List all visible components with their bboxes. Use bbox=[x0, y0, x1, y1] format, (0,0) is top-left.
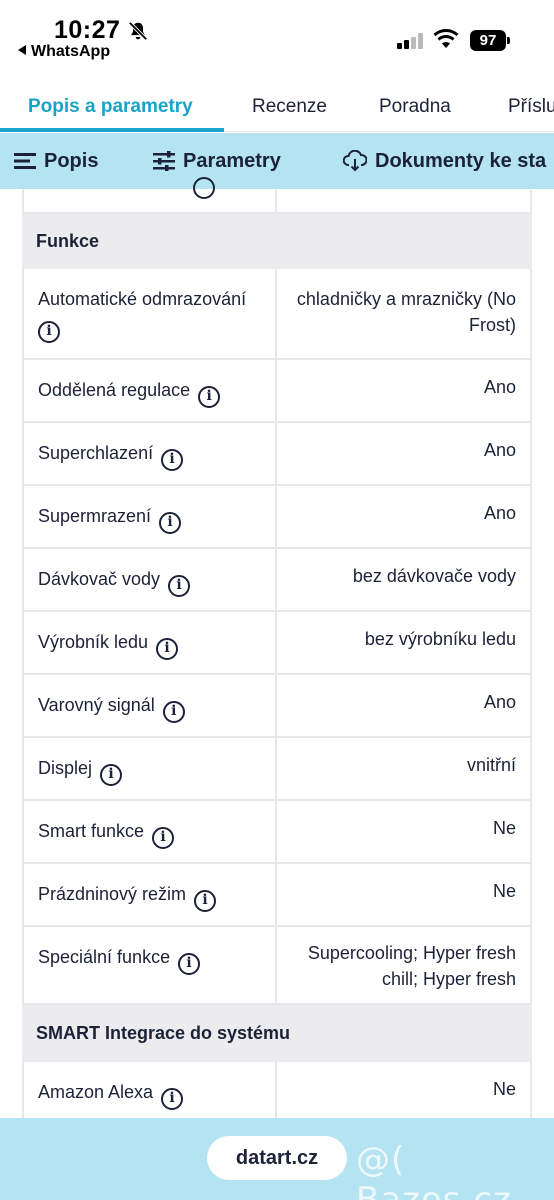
wifi-icon bbox=[433, 29, 459, 48]
subtab-parametry[interactable]: Parametry bbox=[153, 133, 281, 189]
param-label: Prázdninový režim bbox=[38, 884, 187, 904]
param-value: Ne bbox=[492, 881, 516, 901]
param-label: Smart funkce bbox=[38, 821, 145, 841]
param-value: vnitřní bbox=[466, 755, 516, 775]
subtab-popis[interactable]: Popis bbox=[14, 133, 98, 189]
table-row: Prázdninový režim i Ne bbox=[22, 864, 532, 927]
param-label: Oddělená regulace bbox=[38, 380, 191, 400]
info-icon[interactable]: i bbox=[161, 449, 184, 471]
tab-recenze[interactable]: Recenze bbox=[252, 96, 327, 118]
param-value: Ano bbox=[483, 503, 516, 523]
table-row: Speciální funkce i Supercooling; Hyper fr… bbox=[22, 927, 532, 1005]
battery-icon: 97 bbox=[470, 30, 506, 51]
param-value: bez výrobníku ledu bbox=[364, 629, 516, 649]
info-icon[interactable]: i bbox=[162, 701, 185, 723]
param-label: Varovný signál bbox=[38, 695, 155, 715]
browser-bottom-bar: datart.cz @( Bazos.cz bbox=[0, 1118, 554, 1200]
section-header-smart: SMART Integrace do systému bbox=[22, 1005, 532, 1062]
param-value: bez dávkovače vody bbox=[352, 566, 516, 586]
param-value: Ano bbox=[483, 440, 516, 460]
sliders-icon bbox=[153, 151, 175, 171]
param-label: Superchlazení bbox=[38, 443, 154, 463]
table-row: Dávkovač vody i bez dávkovače vody bbox=[22, 549, 532, 612]
param-value: Ano bbox=[483, 377, 516, 397]
back-app-label: WhatsApp bbox=[31, 43, 111, 60]
table-row: Automatické odmrazování i chladničky a m… bbox=[22, 269, 532, 360]
param-value: Ne bbox=[492, 1079, 516, 1099]
table-row: Oddělená regulace i Ano bbox=[22, 360, 532, 423]
param-value: Supercooling; Hyper fresh chill; Hyper f… bbox=[307, 943, 516, 989]
table-row: Varovný signál i Ano bbox=[22, 675, 532, 738]
status-bar: 10:27 WhatsApp 97 bbox=[0, 0, 554, 70]
info-icon[interactable]: i bbox=[152, 827, 175, 849]
subtab-dokumenty[interactable]: Dokumenty ke sta bbox=[343, 133, 546, 189]
param-label: Displej bbox=[38, 758, 93, 778]
param-value: Ne bbox=[492, 818, 516, 838]
table-row: Smart funkce i Ne bbox=[22, 801, 532, 864]
info-icon[interactable]: i bbox=[194, 890, 217, 912]
table-row: Displej i vnitřní bbox=[22, 738, 532, 801]
table-row: Supermrazení i Ano bbox=[22, 486, 532, 549]
watermark: @( Bazos.cz bbox=[356, 1140, 512, 1200]
param-label: Dávkovač vody bbox=[38, 569, 161, 589]
param-label: Speciální funkce bbox=[38, 947, 171, 967]
info-icon[interactable]: i bbox=[159, 512, 182, 534]
info-icon[interactable]: i bbox=[198, 386, 221, 408]
main-tabs: Popis a parametry Recenze Poradna Příslu bbox=[0, 84, 554, 132]
subtab-parametry-label: Parametry bbox=[183, 149, 281, 172]
active-tab-indicator bbox=[0, 128, 224, 132]
signal-icon bbox=[397, 33, 423, 49]
param-label: Supermrazení bbox=[38, 506, 152, 526]
back-arrow-icon bbox=[18, 45, 26, 55]
param-value: chladničky a mrazničky (No Frost) bbox=[296, 289, 516, 335]
param-value: Ano bbox=[483, 692, 516, 712]
section-header-funkce: Funkce bbox=[22, 214, 532, 269]
tab-poradna[interactable]: Poradna bbox=[379, 96, 451, 118]
table-row: Výrobník ledu i bez výrobníku ledu bbox=[22, 612, 532, 675]
sub-tabs: Popis Parametry Dokumenty ke sta bbox=[0, 133, 554, 189]
table-row-partial bbox=[22, 177, 532, 214]
info-icon[interactable]: i bbox=[100, 764, 123, 786]
table-row: Amazon Alexa i Ne bbox=[22, 1062, 532, 1122]
info-icon[interactable]: i bbox=[156, 638, 179, 660]
param-label: Amazon Alexa bbox=[38, 1082, 154, 1102]
battery-tip bbox=[507, 37, 510, 44]
subtab-dokumenty-label: Dokumenty ke sta bbox=[375, 149, 547, 172]
info-icon[interactable] bbox=[193, 177, 215, 199]
bell-muted-icon bbox=[128, 21, 148, 41]
subtab-popis-label: Popis bbox=[44, 149, 99, 172]
clock-time: 10:27 bbox=[54, 16, 121, 44]
cloud-download-icon bbox=[343, 150, 367, 172]
info-icon[interactable]: i bbox=[168, 575, 191, 597]
menu-lines-icon bbox=[14, 153, 36, 169]
back-to-app-link[interactable]: WhatsApp bbox=[18, 43, 110, 61]
param-label: Výrobník ledu bbox=[38, 632, 149, 652]
info-icon[interactable]: i bbox=[178, 953, 201, 975]
param-label: Automatické odmrazování bbox=[38, 289, 247, 309]
tab-popis-a-parametry[interactable]: Popis a parametry bbox=[28, 96, 193, 118]
tab-prislusenstvi[interactable]: Příslu bbox=[508, 96, 554, 118]
address-bar[interactable]: datart.cz bbox=[207, 1136, 347, 1180]
info-icon[interactable]: i bbox=[38, 321, 60, 343]
info-icon[interactable]: i bbox=[161, 1088, 184, 1110]
table-row: Superchlazení i Ano bbox=[22, 423, 532, 486]
